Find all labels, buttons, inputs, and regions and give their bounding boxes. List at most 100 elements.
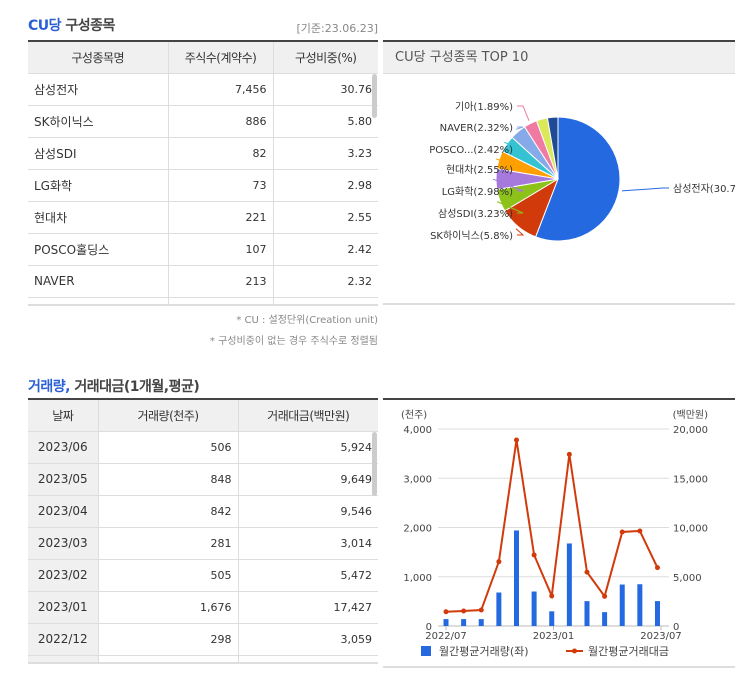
y-tick-right: 10,000 [673, 524, 708, 535]
x-tick-label: 2023/07 [640, 631, 682, 642]
table-row[interactable]: 2023/05 848 9,649 [28, 463, 378, 496]
table-cell: 2.98 [272, 169, 378, 202]
value-point[interactable] [654, 565, 660, 571]
value-point[interactable] [602, 593, 608, 599]
pie-label: 삼성전자(30.76%) [673, 183, 735, 195]
table-cell: 505 [97, 559, 238, 592]
table-cell: NAVER [28, 265, 168, 298]
table-row[interactable]: LG화학 73 2.98 [28, 169, 378, 202]
pie-leader-line [621, 187, 669, 192]
y-tick-left: 2,000 [403, 524, 432, 535]
table-cell: 1,676 [97, 591, 238, 624]
volume-bar[interactable] [531, 591, 537, 626]
pie-chart: 삼성전자(30.76%) SK하이닉스(5.8%) 삼성SDI(3.23%) LG화학… [429, 101, 743, 242]
table-row[interactable]: 2023/03 281 3,014 [28, 527, 378, 560]
volume-bar[interactable] [443, 619, 449, 626]
volume-bar[interactable] [637, 584, 643, 626]
table-row[interactable]: 삼성SDI 82 3.23 [28, 137, 378, 170]
table-cell: 842 [97, 495, 238, 528]
volume-bar[interactable] [496, 592, 502, 626]
value-point[interactable] [584, 569, 590, 575]
volume-bar[interactable] [478, 619, 484, 626]
table-cell: 3,059 [237, 623, 378, 656]
volume-bar[interactable] [654, 601, 660, 626]
table-cell: 107 [167, 233, 273, 266]
x-tick-label: 2023/01 [533, 631, 575, 642]
constituents-table: 구성종목명 주식수(계약수) 구성비중(%) 삼성전자 7,456 30.76 SK하이닉스… [28, 40, 378, 306]
y-tick-right: 20,000 [673, 425, 708, 436]
volume-bar[interactable] [513, 530, 519, 626]
table-row[interactable]: 2023/04 842 9,546 [28, 495, 378, 528]
volume-bar[interactable] [461, 619, 467, 626]
volume-bar[interactable] [602, 612, 608, 626]
value-point[interactable] [531, 552, 537, 558]
table-cell: 281 [97, 527, 238, 560]
table-row-partial [28, 655, 378, 664]
table-cell: 2.55 [272, 201, 378, 234]
table-cell: 886 [167, 105, 273, 138]
volume-bar[interactable] [619, 584, 625, 626]
pie-label: 기아(1.89%) [455, 101, 513, 113]
value-point[interactable] [461, 608, 467, 614]
table-row[interactable]: NAVER 213 2.32 [28, 265, 378, 298]
table-cell: 848 [97, 463, 238, 496]
table-cell [237, 655, 378, 664]
column-header: 구성종목명 [28, 41, 168, 74]
table-cell: 221 [167, 201, 273, 234]
section-title-constituents: CU당 구성종목 [28, 15, 115, 35]
volume-bar[interactable] [549, 611, 555, 626]
column-header: 날짜 [28, 399, 98, 432]
legend-bar-label: 월간평균거래량(좌) [439, 645, 529, 658]
column-header: 주식수(계약수) [167, 41, 273, 74]
value-point[interactable] [496, 559, 502, 565]
y-tick-left: 4,000 [403, 425, 432, 436]
table-row[interactable]: 2023/02 505 5,472 [28, 559, 378, 592]
base-date: [기준:23.06.23] [296, 22, 378, 35]
value-point[interactable] [549, 593, 555, 599]
x-tick-label: 2022/07 [425, 631, 467, 642]
pie-panel: CU당 구성종목 TOP 10 삼성전자(30.76%) SK하이닉스(5.8%)… [383, 40, 743, 305]
table-row-partial [28, 297, 378, 306]
table-row[interactable]: 삼성전자 7,456 30.76 [28, 73, 378, 106]
pie-label: LG화학(2.98%) [442, 186, 513, 198]
table-cell: 82 [167, 137, 273, 170]
table-cell: 7,456 [167, 73, 273, 106]
value-point[interactable] [478, 607, 484, 613]
table-cell: 2023/02 [28, 559, 98, 592]
value-point[interactable] [637, 528, 643, 534]
value-point[interactable] [619, 529, 625, 535]
table-cell: 3,014 [237, 527, 378, 560]
table-row[interactable]: 2023/01 1,676 17,427 [28, 591, 378, 624]
table-row[interactable]: 현대차 221 2.55 [28, 201, 378, 234]
legend-line-label: 월간평균거래대금 [588, 645, 669, 658]
y-label-right: (백만원) [673, 409, 709, 421]
title-text: 구성종목 [61, 18, 115, 34]
table-cell: 298 [97, 623, 238, 656]
table-cell: 2022/12 [28, 623, 98, 656]
volume-bar[interactable] [584, 601, 590, 626]
table-cell: 2.32 [272, 265, 378, 298]
table-cell: 5.80 [272, 105, 378, 138]
table-cell: SK하이닉스 [28, 105, 168, 138]
value-point[interactable] [513, 437, 519, 443]
y-tick-right: 15,000 [673, 474, 708, 485]
table-cell: 73 [167, 169, 273, 202]
table-cell: 삼성SDI [28, 137, 168, 170]
table-row[interactable]: 2022/12 298 3,059 [28, 623, 378, 656]
column-header: 구성비중(%) [272, 41, 378, 74]
table-cell: 2023/01 [28, 591, 98, 624]
table-cell: LG화학 [28, 169, 168, 202]
value-point[interactable] [566, 451, 572, 457]
legend-line-marker [572, 648, 577, 654]
scrollbar[interactable] [372, 74, 377, 118]
table-row[interactable]: POSCO홀딩스 107 2.42 [28, 233, 378, 266]
table-cell: 17,427 [237, 591, 378, 624]
value-point[interactable] [443, 609, 449, 615]
table-cell: 9,649 [237, 463, 378, 496]
scrollbar[interactable] [372, 432, 377, 496]
y-tick-left: 3,000 [403, 474, 432, 485]
volume-bar[interactable] [566, 543, 572, 626]
table-row[interactable]: 2023/06 506 5,924 [28, 431, 378, 464]
table-row[interactable]: SK하이닉스 886 5.80 [28, 105, 378, 138]
pie-label: POSCO...(2.42%) [429, 145, 513, 156]
